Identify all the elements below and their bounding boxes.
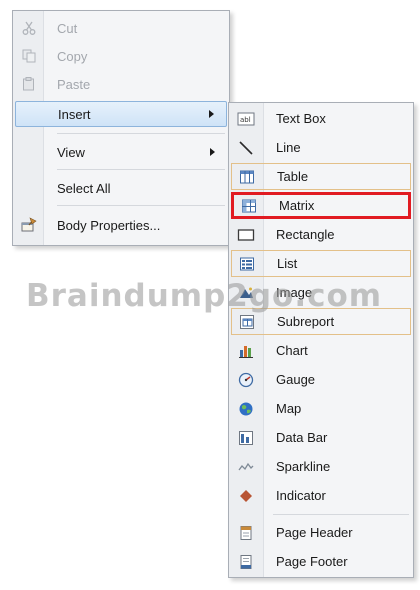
submenu-item-page-header[interactable]: Page Header bbox=[231, 519, 411, 546]
submenu-item-label: Page Footer bbox=[276, 554, 348, 569]
menu-item-icon-placeholder bbox=[16, 101, 44, 127]
submenu-item-matrix[interactable]: Matrix bbox=[231, 192, 411, 219]
copy-icon bbox=[15, 43, 43, 69]
menu-separator bbox=[57, 169, 225, 170]
submenu-item-label: Image bbox=[276, 285, 313, 300]
submenu-item-label: Table bbox=[277, 169, 309, 184]
menu-item-insert[interactable]: Insert bbox=[15, 101, 227, 127]
submenu-item-label: Text Box bbox=[276, 111, 326, 126]
submenu-item-label: List bbox=[277, 256, 298, 271]
menu-item-cut[interactable]: Cut bbox=[15, 15, 227, 41]
submenu-item-text-box[interactable]: abl Text Box bbox=[231, 105, 411, 132]
menu-item-label: Paste bbox=[57, 76, 91, 92]
submenu-separator bbox=[273, 514, 409, 515]
submenu-item-image[interactable]: Image bbox=[231, 279, 411, 306]
submenu-item-label: Chart bbox=[276, 343, 308, 358]
globe-icon bbox=[231, 395, 261, 422]
submenu-item-list[interactable]: List bbox=[231, 250, 411, 277]
submenu-item-label: Line bbox=[276, 140, 301, 155]
submenu-item-label: Sparkline bbox=[276, 459, 331, 474]
submenu-item-label: Map bbox=[276, 401, 302, 416]
subreport-icon bbox=[232, 308, 262, 335]
menu-item-body-properties[interactable]: Body Properties... bbox=[15, 212, 227, 238]
submenu-item-label: Matrix bbox=[279, 198, 315, 213]
table-icon bbox=[232, 163, 262, 190]
page-footer-icon bbox=[231, 548, 261, 575]
menu-item-label: Select All bbox=[57, 180, 111, 196]
text-box-icon: abl bbox=[231, 105, 261, 132]
submenu-item-page-footer[interactable]: Page Footer bbox=[231, 548, 411, 575]
data-bar-icon bbox=[231, 424, 261, 451]
submenu-item-label: Gauge bbox=[276, 372, 316, 387]
insert-submenu: abl Text Box Line Table Matrix Rectangle… bbox=[228, 102, 414, 578]
line-icon bbox=[231, 134, 261, 161]
gauge-icon bbox=[231, 366, 261, 393]
menu-separator bbox=[57, 205, 225, 206]
menu-item-copy[interactable]: Copy bbox=[15, 43, 227, 69]
submenu-item-line[interactable]: Line bbox=[231, 134, 411, 161]
submenu-item-sparkline[interactable]: Sparkline bbox=[231, 453, 411, 480]
page-header-icon bbox=[231, 519, 261, 546]
submenu-item-gauge[interactable]: Gauge bbox=[231, 366, 411, 393]
menu-item-label: Body Properties... bbox=[57, 217, 161, 233]
menu-item-paste[interactable]: Paste bbox=[15, 71, 227, 97]
submenu-item-indicator[interactable]: Indicator bbox=[231, 482, 411, 509]
submenu-item-label: Data Bar bbox=[276, 430, 328, 445]
submenu-item-label: Indicator bbox=[276, 488, 326, 503]
submenu-arrow-icon bbox=[209, 110, 214, 118]
image-icon bbox=[231, 279, 261, 306]
matrix-icon bbox=[234, 192, 264, 219]
menu-item-icon-placeholder bbox=[15, 175, 43, 201]
rectangle-icon bbox=[231, 221, 261, 248]
menu-item-label: Insert bbox=[58, 106, 91, 122]
menu-item-select-all[interactable]: Select All bbox=[15, 175, 227, 201]
submenu-item-map[interactable]: Map bbox=[231, 395, 411, 422]
submenu-item-chart[interactable]: Chart bbox=[231, 337, 411, 364]
body-properties-icon bbox=[15, 212, 43, 238]
submenu-arrow-icon bbox=[210, 148, 215, 156]
menu-item-view[interactable]: View bbox=[15, 139, 227, 165]
menu-item-label: View bbox=[57, 144, 85, 160]
menu-separator bbox=[57, 133, 225, 134]
chart-icon bbox=[231, 337, 261, 364]
submenu-item-label: Subreport bbox=[277, 314, 335, 329]
submenu-item-rectangle[interactable]: Rectangle bbox=[231, 221, 411, 248]
submenu-item-data-bar[interactable]: Data Bar bbox=[231, 424, 411, 451]
submenu-item-label: Rectangle bbox=[276, 227, 335, 242]
context-menu: Cut Copy Paste Insert View Select All Bo… bbox=[12, 10, 230, 246]
paste-icon bbox=[15, 71, 43, 97]
menu-item-label: Cut bbox=[57, 20, 78, 36]
submenu-item-table[interactable]: Table bbox=[231, 163, 411, 190]
indicator-icon bbox=[231, 482, 261, 509]
menu-item-icon-placeholder bbox=[15, 139, 43, 165]
menu-item-label: Copy bbox=[57, 48, 88, 64]
sparkline-icon bbox=[231, 453, 261, 480]
submenu-item-subreport[interactable]: Subreport bbox=[231, 308, 411, 335]
list-icon bbox=[232, 250, 262, 277]
submenu-item-label: Page Header bbox=[276, 525, 353, 540]
svg-text:abl: abl bbox=[240, 116, 251, 124]
scissors-icon bbox=[15, 15, 43, 41]
